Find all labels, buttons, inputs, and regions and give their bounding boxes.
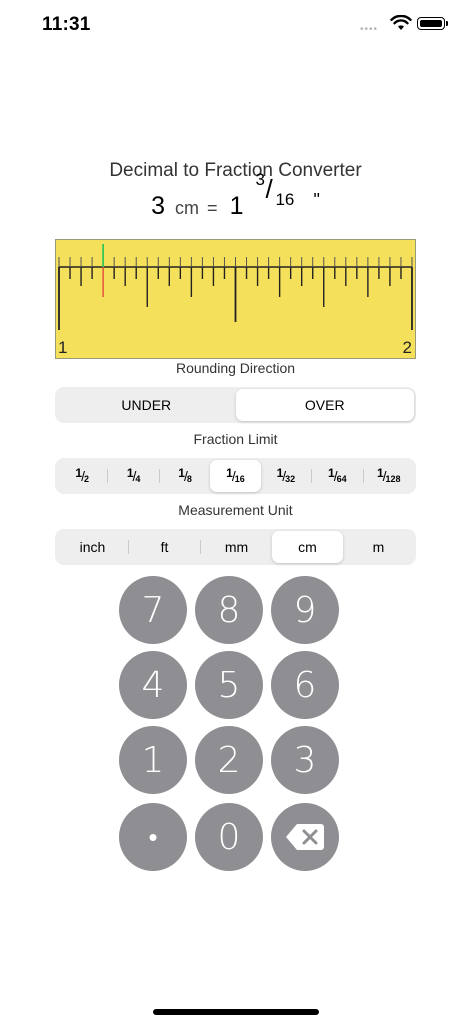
key-backspace[interactable] xyxy=(271,803,339,871)
equals-sign: = xyxy=(207,198,218,218)
conversion-result: 3 cm = 1 3 / 16 " xyxy=(0,170,471,224)
result-slash: / xyxy=(265,174,273,204)
fraction-option-numerator: 1 xyxy=(328,466,335,480)
fraction-option-numerator: 1 xyxy=(75,466,83,480)
result-denominator: 16 xyxy=(275,190,295,209)
key-0[interactable]: 0 xyxy=(195,803,263,871)
key-6[interactable]: 6 xyxy=(271,651,339,719)
fraction-option-1-32[interactable]: 1/32 xyxy=(261,460,311,492)
fraction-limit-control[interactable]: 1/2 1/4 1/8 1/16 1/32 1/64 1/128 xyxy=(55,458,416,494)
fraction-option-1-2[interactable]: 1/2 xyxy=(57,460,107,492)
key-5[interactable]: 5 xyxy=(195,651,263,719)
fraction-option-denominator: 128 xyxy=(385,474,401,484)
key-7[interactable]: 7 xyxy=(119,576,187,644)
input-value: 3 xyxy=(151,192,166,220)
output-unit: " xyxy=(313,190,320,210)
fraction-option-denominator: 32 xyxy=(285,474,296,484)
key-8[interactable]: 8 xyxy=(195,576,263,644)
fraction-option-1-16[interactable]: 1/16 xyxy=(210,460,261,492)
fraction-option-denominator: 64 xyxy=(336,474,347,484)
unit-option-mm[interactable]: mm xyxy=(201,531,272,563)
rounding-direction-control[interactable]: UNDER OVER xyxy=(55,387,416,423)
home-indicator xyxy=(153,1009,319,1015)
fraction-option-numerator: 1 xyxy=(376,466,384,480)
unit-option-m[interactable]: m xyxy=(343,531,414,563)
fraction-option-1-4[interactable]: 1/4 xyxy=(108,460,158,492)
app-title: Decimal to Fraction Converter xyxy=(109,160,362,181)
key-3[interactable]: 3 xyxy=(271,726,339,794)
key-1[interactable]: 1 xyxy=(119,726,187,794)
cellular-signal-icon: •••• xyxy=(360,24,379,35)
rounding-option-under[interactable]: UNDER xyxy=(57,389,236,421)
fraction-option-numerator: 1 xyxy=(226,466,233,480)
ruler-end-label: 2 xyxy=(402,338,412,357)
ruler-start-label: 1 xyxy=(58,338,68,357)
fraction-option-1-8[interactable]: 1/8 xyxy=(160,460,210,492)
unit-option-inch[interactable]: inch xyxy=(57,531,128,563)
key-9[interactable]: 9 xyxy=(271,576,339,644)
fraction-limit-label: Fraction Limit xyxy=(193,431,278,447)
rounding-direction-label: Rounding Direction xyxy=(175,360,296,376)
fraction-option-numerator: 1 xyxy=(276,466,284,480)
fraction-option-numerator: 1 xyxy=(126,466,134,480)
result-fraction: 3 / 16 xyxy=(255,170,309,214)
result-numerator: 3 xyxy=(255,170,265,189)
fraction-option-1-128[interactable]: 1/128 xyxy=(364,460,414,492)
status-time: 11:31 xyxy=(42,14,91,35)
wifi-icon xyxy=(390,15,412,30)
ruler-ticks xyxy=(58,244,413,330)
fraction-option-denominator: 16 xyxy=(234,474,245,484)
unit-option-ft[interactable]: ft xyxy=(129,531,200,563)
fraction-option-denominator: 2 xyxy=(83,474,89,484)
key-decimal-point[interactable]: • xyxy=(119,803,187,871)
battery-icon xyxy=(417,17,448,30)
fraction-option-1-64[interactable]: 1/64 xyxy=(312,460,362,492)
key-4[interactable]: 4 xyxy=(119,651,187,719)
fraction-option-denominator: 4 xyxy=(135,474,141,484)
ruler: 1 2 xyxy=(55,239,416,359)
rounding-option-over[interactable]: OVER xyxy=(235,389,414,421)
key-2[interactable]: 2 xyxy=(195,726,263,794)
fraction-option-denominator: 8 xyxy=(186,474,192,484)
delete-backward-icon xyxy=(286,824,324,850)
input-unit: cm xyxy=(175,198,200,218)
unit-option-cm[interactable]: cm xyxy=(272,531,343,563)
fraction-option-numerator: 1 xyxy=(178,466,185,480)
measurement-unit-label: Measurement Unit xyxy=(178,502,293,518)
measurement-unit-control[interactable]: inch ft mm cm m xyxy=(55,529,416,565)
result-whole: 1 xyxy=(229,192,244,220)
